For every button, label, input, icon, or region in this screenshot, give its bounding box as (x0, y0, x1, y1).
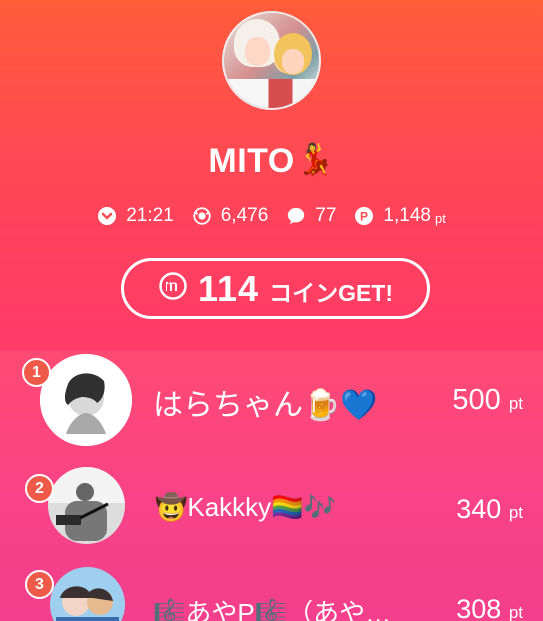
streamer-name: MITO💃 (0, 142, 543, 181)
duration-value: 21:21 (126, 205, 174, 226)
ranking-row[interactable]: 2 🤠Kakkky🏳️‍🌈🎶 340 pt (0, 461, 543, 553)
comments-stat: 77 (286, 205, 336, 227)
viewers-value: 6,476 (220, 205, 269, 226)
streamer-avatar (222, 11, 321, 110)
gift-ranking-list: 1 はらちゃん🍺💙 500 pt 2 🤠Kakkky🏳️‍🌈🎶 340 pt 3… (0, 351, 543, 621)
clock-icon (97, 206, 117, 226)
points-unit: pt (508, 503, 523, 522)
coin-get-banner[interactable]: 114 コインGET! (121, 258, 430, 319)
streamer-name-text: MITO (208, 142, 295, 180)
coin-get-label: コインGET! (269, 279, 394, 306)
points-stat: P 1,148 pt (354, 205, 446, 227)
m-coin-icon (158, 271, 188, 306)
comment-icon (286, 206, 306, 226)
user-points: 308 pt (456, 594, 523, 621)
points-number: 340 (456, 494, 502, 524)
ranking-row[interactable]: 3 🎼あやP🎼（あや… 308 pt (0, 556, 543, 621)
rank-badge: 3 (25, 570, 54, 599)
dancer-emoji: 💃 (296, 143, 335, 176)
viewers-stat: 6,476 (192, 205, 269, 227)
points-number: 308 (456, 594, 502, 621)
comments-value: 77 (315, 205, 337, 226)
user-name: 🎼あやP🎼（あや… (153, 598, 392, 621)
points-unit: pt (434, 211, 446, 226)
user-points: 500 pt (452, 384, 523, 417)
rank-badge: 2 (25, 474, 54, 503)
points-value: 1,148 (383, 205, 431, 226)
user-name: 🤠Kakkky🏳️‍🌈🎶 (155, 492, 336, 522)
points-icon: P (354, 206, 374, 226)
stream-stats: 21:21 6,476 77 P 1,148 pt (0, 205, 543, 227)
user-name: はらちゃん🍺💙 (153, 389, 378, 422)
points-unit: pt (508, 603, 523, 621)
rank-badge: 1 (22, 358, 51, 387)
points-unit: pt (508, 394, 523, 413)
coin-amount: 114 (197, 267, 260, 309)
ranking-row[interactable]: 1 はらちゃん🍺💙 500 pt (0, 351, 543, 451)
user-avatar (50, 567, 125, 621)
user-avatar (48, 467, 125, 544)
user-avatar (40, 354, 132, 446)
svg-text:P: P (360, 210, 368, 224)
points-number: 500 (452, 384, 501, 416)
user-points: 340 pt (456, 494, 523, 525)
duration-stat: 21:21 (97, 205, 174, 227)
audience-icon (192, 206, 212, 226)
